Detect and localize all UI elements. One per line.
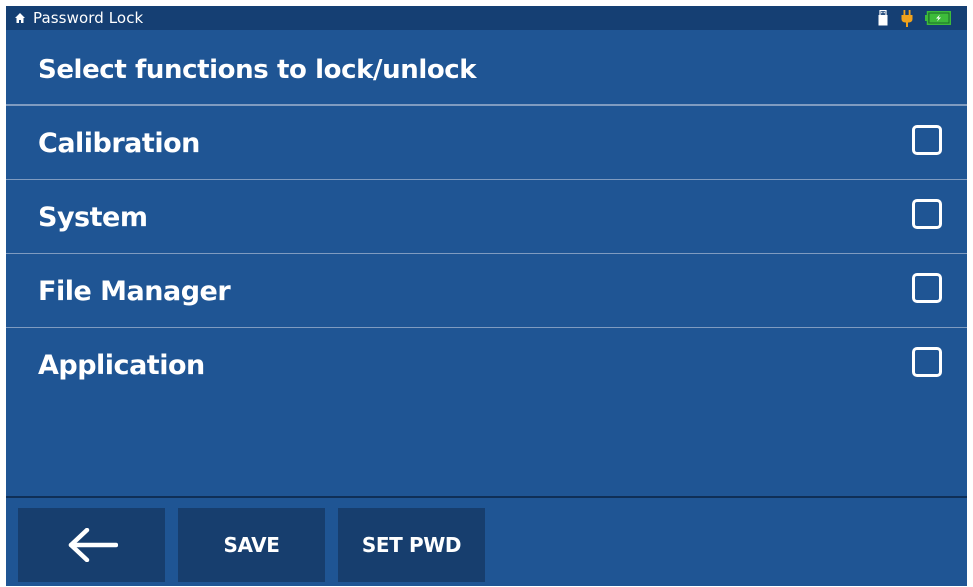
function-label: Application xyxy=(38,350,205,381)
system-checkbox[interactable] xyxy=(912,199,942,229)
home-icon[interactable] xyxy=(14,12,26,24)
page-title: Select functions to lock/unlock xyxy=(38,55,477,85)
instruction-header: Select functions to lock/unlock xyxy=(6,30,967,106)
function-item-system[interactable]: System xyxy=(6,180,967,254)
power-plug-icon xyxy=(901,9,913,27)
status-bar: Password Lock xyxy=(6,6,967,30)
screen-title: Password Lock xyxy=(33,9,144,27)
status-icons xyxy=(878,9,951,27)
set-password-button[interactable]: SET PWD xyxy=(338,508,485,582)
function-item-calibration[interactable]: Calibration xyxy=(6,106,967,180)
file-manager-checkbox[interactable] xyxy=(912,273,942,303)
back-button[interactable] xyxy=(18,508,165,582)
usb-drive-icon xyxy=(878,10,888,26)
password-lock-screen: Password Lock Select functions to lock/u… xyxy=(6,6,967,586)
function-label: Calibration xyxy=(38,128,200,159)
function-list: Calibration System File Manager Applicat… xyxy=(6,106,967,402)
function-label: System xyxy=(38,202,148,233)
battery-charging-icon xyxy=(925,11,951,25)
function-label: File Manager xyxy=(38,276,231,307)
calibration-checkbox[interactable] xyxy=(912,125,942,155)
function-item-application[interactable]: Application xyxy=(6,328,967,402)
save-button[interactable]: SAVE xyxy=(178,508,325,582)
bottom-toolbar: SAVE SET PWD xyxy=(6,496,967,586)
application-checkbox[interactable] xyxy=(912,347,942,377)
left-arrow-icon xyxy=(68,528,118,562)
function-item-file-manager[interactable]: File Manager xyxy=(6,254,967,328)
